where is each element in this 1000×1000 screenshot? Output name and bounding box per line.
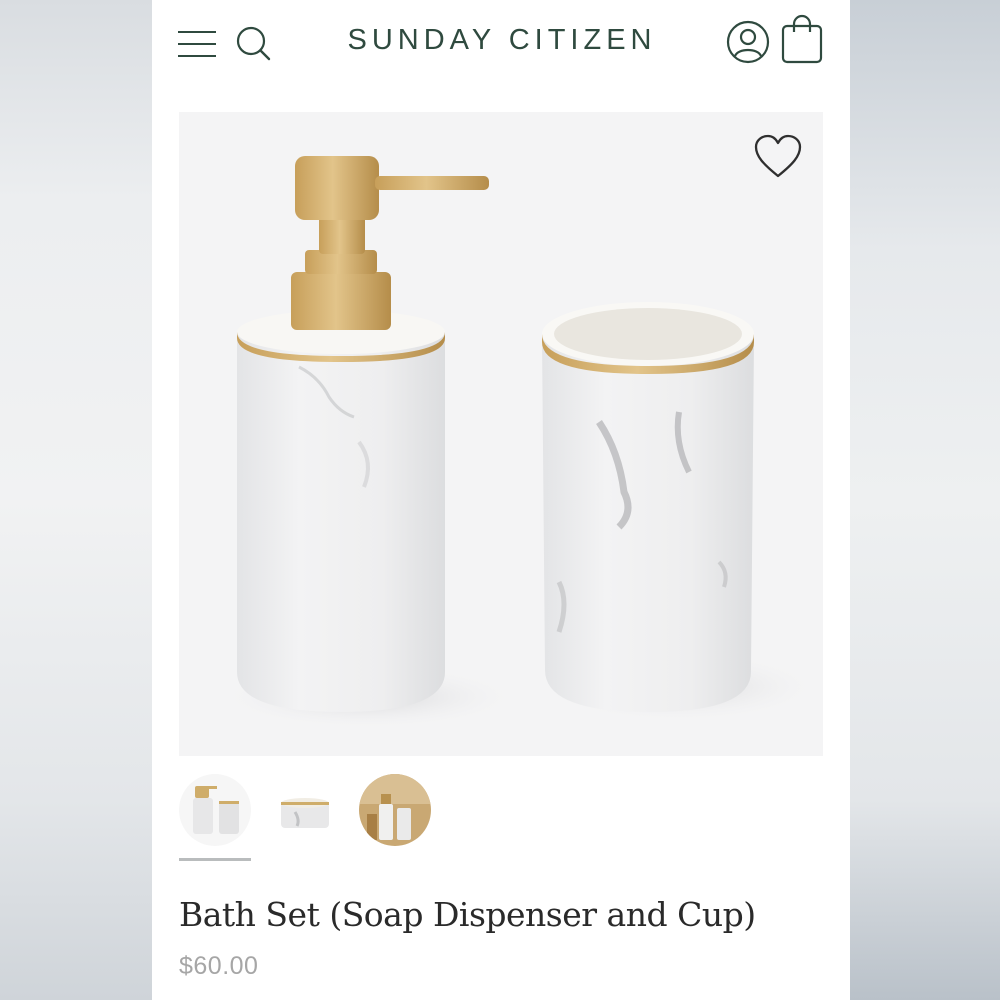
thumbnail-lifestyle[interactable] — [359, 774, 431, 846]
account-button[interactable] — [726, 20, 770, 64]
selected-thumbnail-indicator — [179, 858, 251, 861]
product-image[interactable] — [179, 112, 823, 756]
cart-button[interactable] — [780, 14, 824, 64]
search-icon — [236, 26, 271, 61]
thumbnail-cup[interactable] — [269, 774, 341, 846]
menu-button[interactable] — [178, 27, 218, 61]
site-header: SUNDAY CITIZEN — [152, 0, 850, 88]
thumbnail-image — [359, 774, 431, 846]
product-title: Bath Set (Soap Dispenser and Cup) — [179, 895, 756, 934]
thumbnail-image — [269, 774, 341, 846]
background-right — [850, 0, 1000, 1000]
thumbnail-dispenser-and-cup[interactable] — [179, 774, 251, 846]
product-page: SUNDAY CITIZEN Bath Set (Soap Dispenser … — [152, 0, 850, 1000]
thumbnail-image — [179, 774, 251, 846]
wishlist-button[interactable] — [753, 134, 803, 180]
brand-logo[interactable]: SUNDAY CITIZEN — [322, 24, 682, 57]
background-left — [0, 0, 152, 1000]
search-button[interactable] — [234, 24, 274, 64]
product-price: $60.00 — [179, 952, 259, 980]
product-photo — [219, 156, 819, 729]
shopping-bag-icon — [781, 14, 823, 64]
account-icon — [726, 20, 770, 64]
heart-icon — [754, 134, 802, 178]
